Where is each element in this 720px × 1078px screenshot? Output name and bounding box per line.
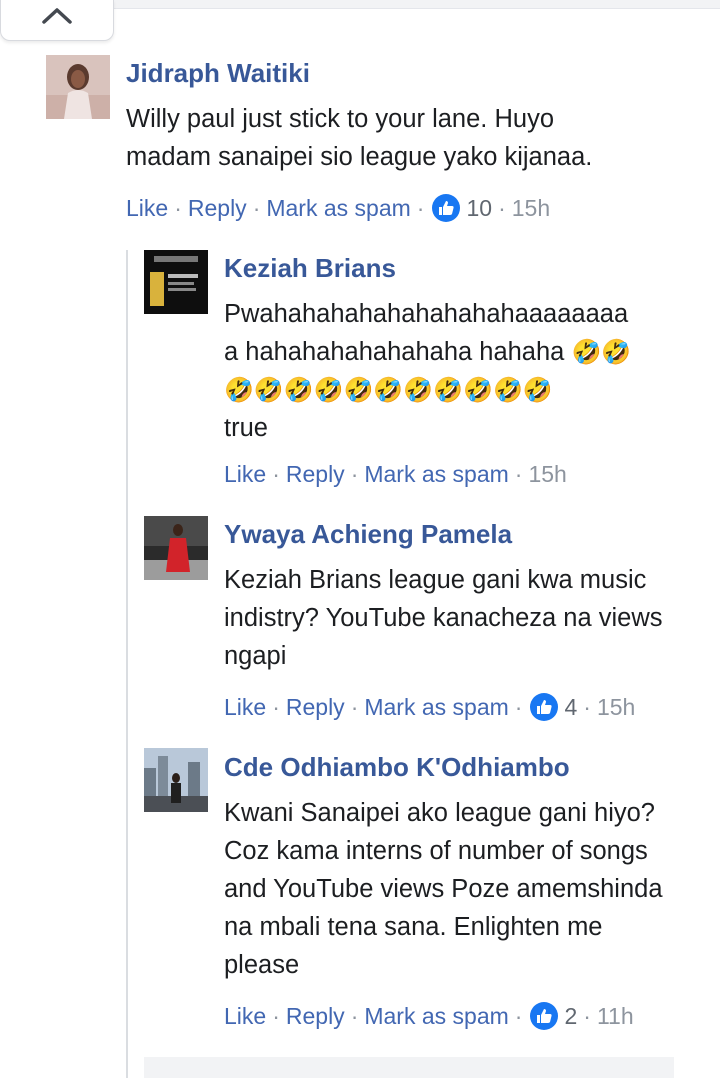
comment-text-line: a hahahahahahahaha hahaha 🤣🤣 [224,333,684,371]
mark-as-spam-link[interactable]: Mark as spam [364,694,508,721]
chevron-up-icon [42,8,72,24]
separator: · [350,1002,359,1029]
reply-link[interactable]: Reply [286,461,345,488]
comment-actions: Like · Reply · Mark as spam · 2 · 11h [224,1002,634,1030]
comment-text: Kwani Sanaipei ako league gani hiyo? Coz… [224,799,663,979]
reply-link[interactable]: Reply [286,1003,345,1030]
avatar[interactable] [144,516,208,580]
reply-composer-bar[interactable] [144,1057,674,1078]
comment-actions: Like · Reply · Mark as spam · 10 · 15h [126,194,550,222]
comment-text: Pwahahahahahahahahahaaaaaaaa a hahahahah… [224,295,684,447]
mark-as-spam-link[interactable]: Mark as spam [364,1003,508,1030]
timestamp[interactable]: 15h [512,195,550,222]
reply-link[interactable]: Reply [286,694,345,721]
mark-as-spam-link[interactable]: Mark as spam [266,195,410,222]
comment-text-fragment: a hahahahahahahaha hahaha [224,338,565,366]
comment-author[interactable]: Keziah Brians [224,253,396,284]
comment-text-line: Pwahahahahahahahahahaaaaaaaa [224,300,629,328]
like-link[interactable]: Like [126,195,168,222]
laughing-emoji-row: 🤣🤣🤣🤣🤣🤣🤣🤣🤣🤣🤣 [224,377,553,404]
comment-text-line: true [224,414,268,442]
avatar[interactable] [46,55,110,119]
like-reaction-icon[interactable] [530,1002,559,1030]
reply-link[interactable]: Reply [188,195,247,222]
separator: · [416,194,425,221]
separator: · [514,1002,523,1029]
separator: · [583,1002,591,1029]
comment-text: Keziah Brians league gani kwa music indi… [224,566,663,670]
separator: · [350,461,359,487]
like-count[interactable]: 4 [564,694,577,721]
avatar[interactable] [144,748,208,812]
separator: · [252,194,261,221]
separator: · [272,461,280,487]
separator: · [583,693,591,720]
avatar[interactable] [144,250,208,314]
like-count[interactable]: 2 [564,1003,577,1030]
laughing-emoji: 🤣🤣 [571,339,632,366]
like-reaction-icon[interactable] [530,693,559,721]
timestamp[interactable]: 15h [528,461,566,488]
separator: · [350,693,359,720]
comment-actions: Like · Reply · Mark as spam · 4 · 15h [224,693,635,721]
separator: · [498,194,506,221]
mark-as-spam-link[interactable]: Mark as spam [364,461,508,488]
separator: · [272,1002,280,1029]
separator: · [272,693,280,720]
separator: · [174,194,182,221]
separator: · [514,693,523,720]
like-count[interactable]: 10 [466,195,492,222]
like-reaction-icon[interactable] [432,194,461,222]
like-link[interactable]: Like [224,1003,266,1030]
comment-author[interactable]: Cde Odhiambo K'Odhiambo [224,752,570,783]
timestamp[interactable]: 15h [597,694,635,721]
comment-author[interactable]: Ywaya Achieng Pamela [224,519,512,550]
comment-author[interactable]: Jidraph Waitiki [126,58,310,89]
timestamp[interactable]: 11h [597,1003,634,1030]
collapse-button[interactable] [0,0,114,41]
comment-text: Willy paul just stick to your lane. Huyo… [126,105,593,171]
comment-actions: Like · Reply · Mark as spam · 15h [224,461,567,488]
like-link[interactable]: Like [224,694,266,721]
like-link[interactable]: Like [224,461,266,488]
reply-thread-line [126,250,128,1078]
separator: · [514,461,523,487]
